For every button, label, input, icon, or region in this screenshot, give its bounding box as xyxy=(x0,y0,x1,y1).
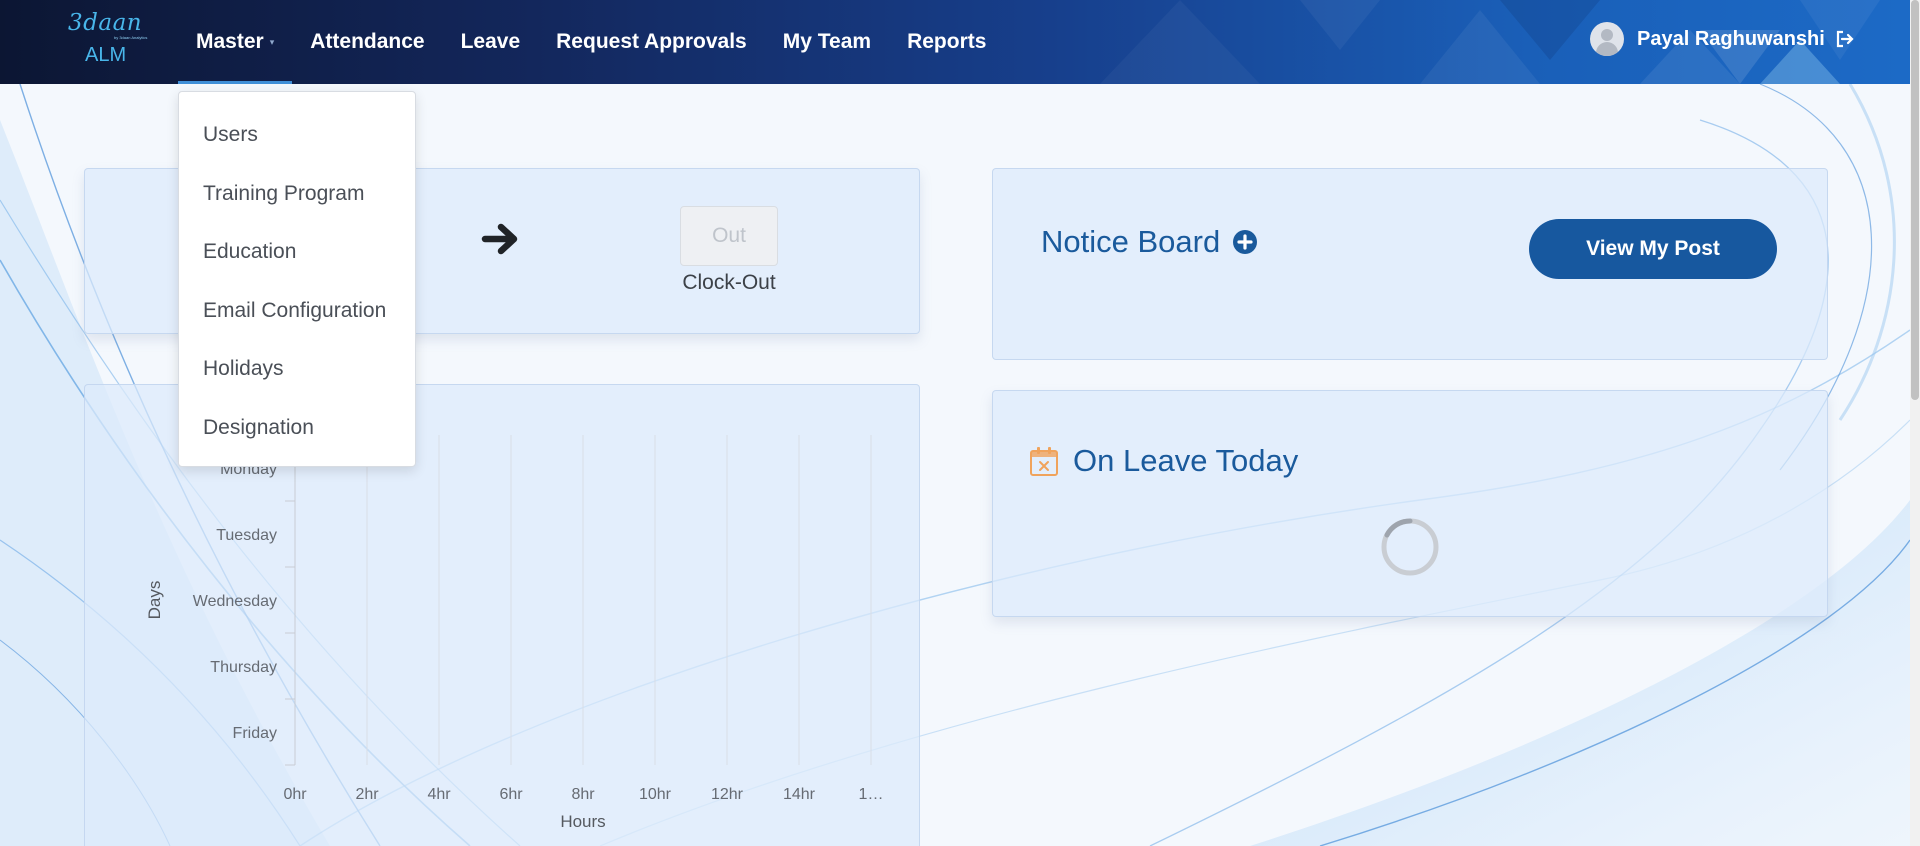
menu-item-users[interactable]: Users xyxy=(179,106,415,165)
x-tick-label: 0hr xyxy=(283,786,307,803)
nav-item-label: My Team xyxy=(782,30,872,53)
chevron-down-icon: ▾ xyxy=(269,36,275,47)
x-tick-label: 14hr xyxy=(783,786,816,803)
y-tick-label: Tuesday xyxy=(216,527,277,544)
y-tick-label: Thursday xyxy=(210,659,277,676)
logo-script: 3daan xyxy=(68,10,143,36)
calendar-x-icon xyxy=(1030,447,1058,476)
view-my-post-button[interactable]: View My Post xyxy=(1529,219,1777,279)
clock-out-label: Clock-Out xyxy=(682,271,776,294)
nav-item-label: Attendance xyxy=(310,30,425,53)
logo-subtitle: ALM xyxy=(85,44,127,66)
x-tick-label: 6hr xyxy=(499,786,523,803)
notice-board-card: Notice Board View My Post xyxy=(992,168,1828,360)
on-leave-today-card: On Leave Today xyxy=(992,390,1828,617)
nav-item-reports[interactable]: Reports xyxy=(889,0,1004,84)
on-leave-today-title: On Leave Today xyxy=(1029,443,1298,479)
on-leave-today-label: On Leave Today xyxy=(1073,443,1299,478)
nav-item-my-team[interactable]: My Team xyxy=(765,0,889,84)
plus-circle-icon[interactable] xyxy=(1232,229,1258,255)
x-axis-title: Hours xyxy=(560,812,605,831)
notice-board-title: Notice Board xyxy=(1041,224,1258,260)
user-avatar-icon[interactable] xyxy=(1590,22,1624,56)
main-nav: Master ▾ Attendance Leave Request Approv… xyxy=(178,0,1004,84)
user-menu[interactable]: Payal Raghuwanshi xyxy=(1590,20,1855,58)
x-tick-label: 2hr xyxy=(355,786,379,803)
menu-item-email-configuration[interactable]: Email Configuration xyxy=(179,282,415,341)
arrow-right-icon xyxy=(481,223,518,255)
nav-item-label: Reports xyxy=(907,30,987,53)
nav-item-label: Leave xyxy=(460,30,521,53)
brand-logo[interactable]: 3daan by 3daan Analytics ALM xyxy=(64,10,150,74)
top-navbar: 3daan by 3daan Analytics ALM Master ▾ At… xyxy=(0,0,1910,84)
x-tick-label: 8hr xyxy=(571,786,595,803)
x-tick-label: 10hr xyxy=(639,786,672,803)
x-tick-label: 4hr xyxy=(427,786,451,803)
y-axis-title: Days xyxy=(145,581,164,620)
menu-item-training-program[interactable]: Training Program xyxy=(179,165,415,224)
menu-item-holidays[interactable]: Holidays xyxy=(179,340,415,399)
clock-out-button[interactable]: Out xyxy=(680,206,778,266)
menu-item-designation[interactable]: Designation xyxy=(179,399,415,458)
logo-tagline: by 3daan Analytics xyxy=(114,35,148,40)
loading-spinner-icon xyxy=(1381,518,1439,576)
notice-board-label: Notice Board xyxy=(1041,224,1221,259)
nav-item-request-approvals[interactable]: Request Approvals xyxy=(538,0,765,84)
user-name[interactable]: Payal Raghuwanshi xyxy=(1637,28,1825,51)
nav-item-attendance[interactable]: Attendance xyxy=(292,0,442,84)
menu-item-education[interactable]: Education xyxy=(179,223,415,282)
y-tick-label: Wednesday xyxy=(193,593,277,610)
nav-item-label: Request Approvals xyxy=(556,30,747,53)
x-tick-label: 1… xyxy=(859,786,884,803)
nav-item-label: Master xyxy=(196,30,264,53)
nav-item-leave[interactable]: Leave xyxy=(443,0,539,84)
y-tick-label: Friday xyxy=(233,725,277,742)
master-dropdown-menu: Users Training Program Education Email C… xyxy=(178,91,416,467)
x-tick-label: 12hr xyxy=(711,786,744,803)
sign-out-icon[interactable] xyxy=(1835,29,1855,49)
page-scrollbar-thumb[interactable] xyxy=(1911,0,1919,400)
nav-item-master[interactable]: Master ▾ xyxy=(178,0,293,84)
